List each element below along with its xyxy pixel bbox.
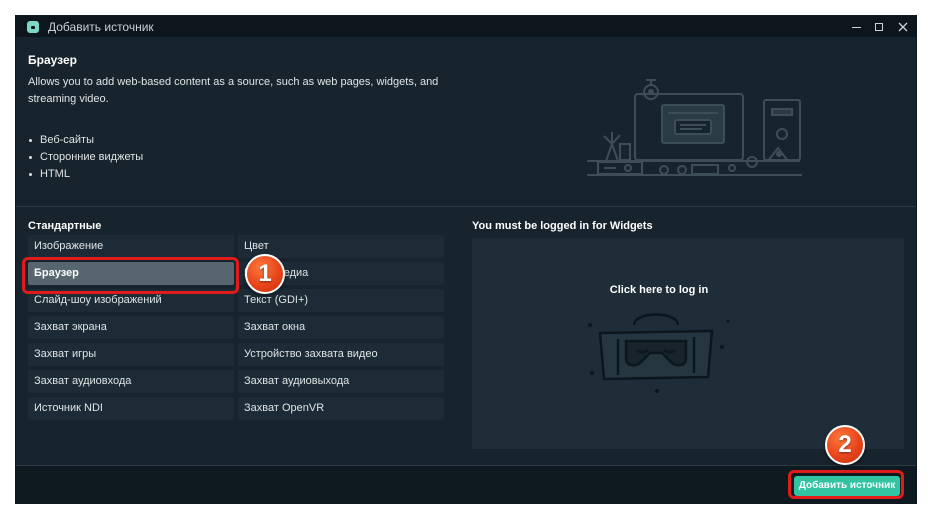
standard-section-title: Стандартные (28, 220, 102, 232)
maximize-icon (875, 22, 883, 31)
feature-list: Веб-сайты Сторонние виджеты HTML (28, 132, 143, 183)
source-item-audio-input-capture[interactable]: Захват аудиовхода (28, 370, 234, 393)
close-icon (898, 22, 908, 31)
minimize-icon (851, 27, 861, 28)
source-item-image[interactable]: Изображение (28, 235, 234, 258)
highlight-add-button (788, 470, 904, 499)
step-badge-2: 2 (825, 425, 865, 465)
feature-item: Сторонние виджеты (28, 149, 143, 166)
source-item-game-capture[interactable]: Захват игры (28, 343, 234, 366)
window-title: Добавить источник (48, 20, 154, 34)
dialog-footer: Добавить источник (16, 465, 916, 503)
source-description: Allows you to add web-based content as a… (28, 76, 439, 105)
close-button[interactable] (892, 16, 914, 37)
widgets-section-title: You must be logged in for Widgets (472, 220, 653, 232)
maximize-button[interactable] (868, 16, 890, 37)
source-item-screen-capture[interactable]: Захват экрана (28, 316, 234, 339)
source-item-ndi-source[interactable]: Источник NDI (28, 397, 234, 420)
source-title: Браузер (28, 53, 77, 67)
vr-headset-illustration-icon (588, 313, 730, 393)
feature-item: HTML (28, 166, 143, 183)
source-item-window-capture[interactable]: Захват окна (238, 316, 444, 339)
widgets-login-panel[interactable]: Click here to log in (472, 238, 904, 449)
app-logo-icon (27, 21, 39, 33)
source-item-video-capture-device[interactable]: Устройство захвата видео (238, 343, 444, 366)
source-info-header: Браузер Allows you to add web-based cont… (16, 37, 916, 207)
login-link[interactable]: Click here to log in (472, 284, 846, 296)
minimize-button[interactable] (845, 16, 867, 37)
source-item-openvr-capture[interactable]: Захват OpenVR (238, 397, 444, 420)
title-bar: Добавить источник (16, 16, 916, 37)
source-item-audio-output-capture[interactable]: Захват аудиовыхода (238, 370, 444, 393)
desk-illustration-icon (587, 79, 802, 176)
highlight-browser-item (22, 257, 239, 294)
feature-item: Веб-сайты (28, 132, 143, 149)
step-badge-1: 1 (245, 254, 285, 294)
